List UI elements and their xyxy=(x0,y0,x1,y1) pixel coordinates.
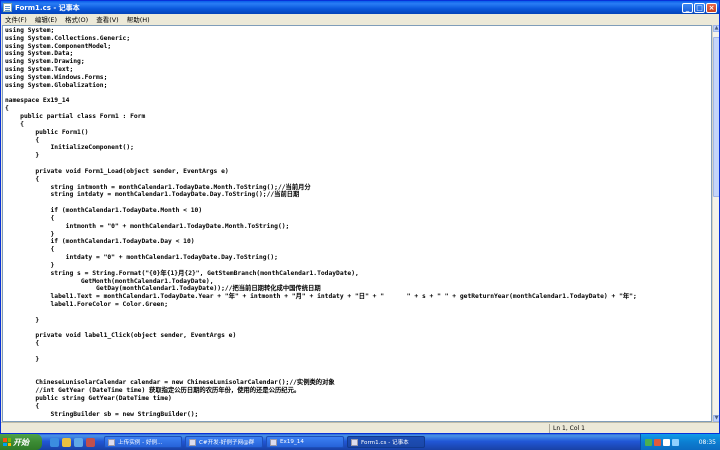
code-line: using System.Text; xyxy=(5,66,74,74)
scroll-up-arrow-icon[interactable]: ▲ xyxy=(713,25,719,32)
scroll-thumb[interactable] xyxy=(713,37,719,197)
status-bar: Ln 1, Col 1 xyxy=(1,422,719,433)
code-line: public string GetYear(DateTime time) xyxy=(5,394,172,402)
code-line: public partial class Form1 : Form xyxy=(5,113,146,121)
task-folder[interactable]: Ex19_14 xyxy=(266,436,344,448)
code-line: if (monthCalendar1.TodayDate.Day < 10) xyxy=(5,238,195,246)
title-bar[interactable]: Form1.cs - 记事本 _ □ × xyxy=(1,1,719,14)
task-list: 上传实例 - 好例... C#开发-好例子网@群 Ex19_14 Form1.c… xyxy=(104,436,428,448)
task-chat[interactable]: C#开发-好例子网@群 xyxy=(185,436,263,448)
code-line: using System.Drawing; xyxy=(5,58,85,66)
code-line: { xyxy=(5,214,55,222)
start-button[interactable]: 开始 xyxy=(0,434,42,450)
tray-network-icon[interactable] xyxy=(672,438,679,446)
code-line: { xyxy=(5,175,40,183)
code-line: label1.Text = monthCalendar1.TodayDate.Y… xyxy=(5,293,637,301)
code-line: private void label1_Click(object sender,… xyxy=(5,332,237,340)
code-line: { xyxy=(5,246,55,254)
code-text[interactable]: using System; using System.Collections.Ge… xyxy=(5,27,637,418)
code-line: } xyxy=(5,316,40,324)
task-notepad[interactable]: Form1.cs - 记事本 xyxy=(347,436,425,448)
task-upload[interactable]: 上传实例 - 好例... xyxy=(104,436,182,448)
taskbar: 开始 上传实例 - 好例... C#开发-好例子网@群 Ex19_14 Form… xyxy=(0,434,720,450)
code-line: label1.ForeColor = Color.Green; xyxy=(5,300,169,308)
code-line: { xyxy=(5,120,24,128)
clock[interactable]: 08:35 xyxy=(699,439,716,446)
browser-window-icon xyxy=(108,438,115,446)
system-tray: 08:35 xyxy=(640,434,720,450)
cursor-position: Ln 1, Col 1 xyxy=(549,424,719,433)
folder-icon[interactable] xyxy=(62,437,71,447)
code-line: } xyxy=(5,261,55,269)
close-button[interactable]: × xyxy=(706,2,717,13)
internet-explorer-icon[interactable] xyxy=(50,437,59,447)
menu-view[interactable]: 查看(V) xyxy=(92,14,123,24)
chat-window-icon xyxy=(189,438,196,446)
notepad-window: Form1.cs - 记事本 _ □ × 文件(F) 编辑(E) 格式(O) 查… xyxy=(0,0,720,434)
code-line: using System.ComponentModel; xyxy=(5,42,112,50)
code-line: } xyxy=(5,355,40,363)
quick-launch xyxy=(50,437,98,447)
notepad-window-icon xyxy=(351,438,358,446)
code-line: //int GetYear (DateTime time) 获取指定公历日期的农… xyxy=(5,387,301,395)
tray-security-icon[interactable] xyxy=(654,438,661,446)
code-line: { xyxy=(5,340,40,348)
desktop-icon[interactable] xyxy=(74,437,83,447)
code-line: using System.Collections.Generic; xyxy=(5,34,131,42)
tray-app-icon[interactable] xyxy=(645,438,652,446)
menu-help[interactable]: 帮助(H) xyxy=(123,14,154,24)
start-label: 开始 xyxy=(13,437,29,447)
window-title: Form1.cs - 记事本 xyxy=(15,3,80,12)
code-line: using System; xyxy=(5,27,55,34)
folder-window-icon xyxy=(270,438,277,446)
scroll-down-arrow-icon[interactable]: ▼ xyxy=(713,415,719,422)
code-line: InitializeComponent(); xyxy=(5,144,134,152)
menu-format[interactable]: 格式(O) xyxy=(61,14,92,24)
code-line: { xyxy=(5,105,9,113)
code-line: StringBuilder sb = new StringBuilder(); xyxy=(5,410,199,418)
tray-volume-icon[interactable] xyxy=(663,438,670,446)
menu-edit[interactable]: 编辑(E) xyxy=(31,14,61,24)
media-icon[interactable] xyxy=(86,437,95,447)
code-line: using System.Windows.Forms; xyxy=(5,73,108,81)
maximize-button[interactable]: □ xyxy=(694,2,705,13)
windows-logo-icon xyxy=(3,438,11,446)
code-line: intdaty = "0" + monthCalendar1.TodayDate… xyxy=(5,254,278,262)
code-line: using System.Data; xyxy=(5,50,74,58)
code-line: private void Form1_Load(object sender, E… xyxy=(5,167,229,175)
minimize-button[interactable]: _ xyxy=(682,2,693,13)
code-line: GetDay(monthCalendar1.TodayDate));//把当前日… xyxy=(5,285,321,293)
code-line: using System.Globalization; xyxy=(5,81,108,89)
code-line: intmonth = "0" + monthCalendar1.TodayDat… xyxy=(5,222,290,230)
menu-bar: 文件(F) 编辑(E) 格式(O) 查看(V) 帮助(H) xyxy=(1,14,719,24)
notepad-icon[interactable] xyxy=(3,3,12,12)
code-line: if (monthCalendar1.TodayDate.Month < 10) xyxy=(5,207,203,215)
code-line: } xyxy=(5,152,40,160)
menu-file[interactable]: 文件(F) xyxy=(1,14,31,24)
code-line: { xyxy=(5,402,40,410)
code-line: namespace Ex19_14 xyxy=(5,97,70,105)
vertical-scrollbar[interactable]: ▲ ▼ xyxy=(712,25,719,422)
text-editor[interactable]: using System; using System.Collections.Ge… xyxy=(2,25,712,422)
code-line: public Form1() xyxy=(5,128,89,136)
code-line: string s = String.Format("{0}年{1}月{2}", … xyxy=(5,269,359,277)
code-line: ChineseLunisolarCalendar calendar = new … xyxy=(5,379,335,387)
code-line: string intdaty = monthCalendar1.TodayDat… xyxy=(5,191,300,199)
